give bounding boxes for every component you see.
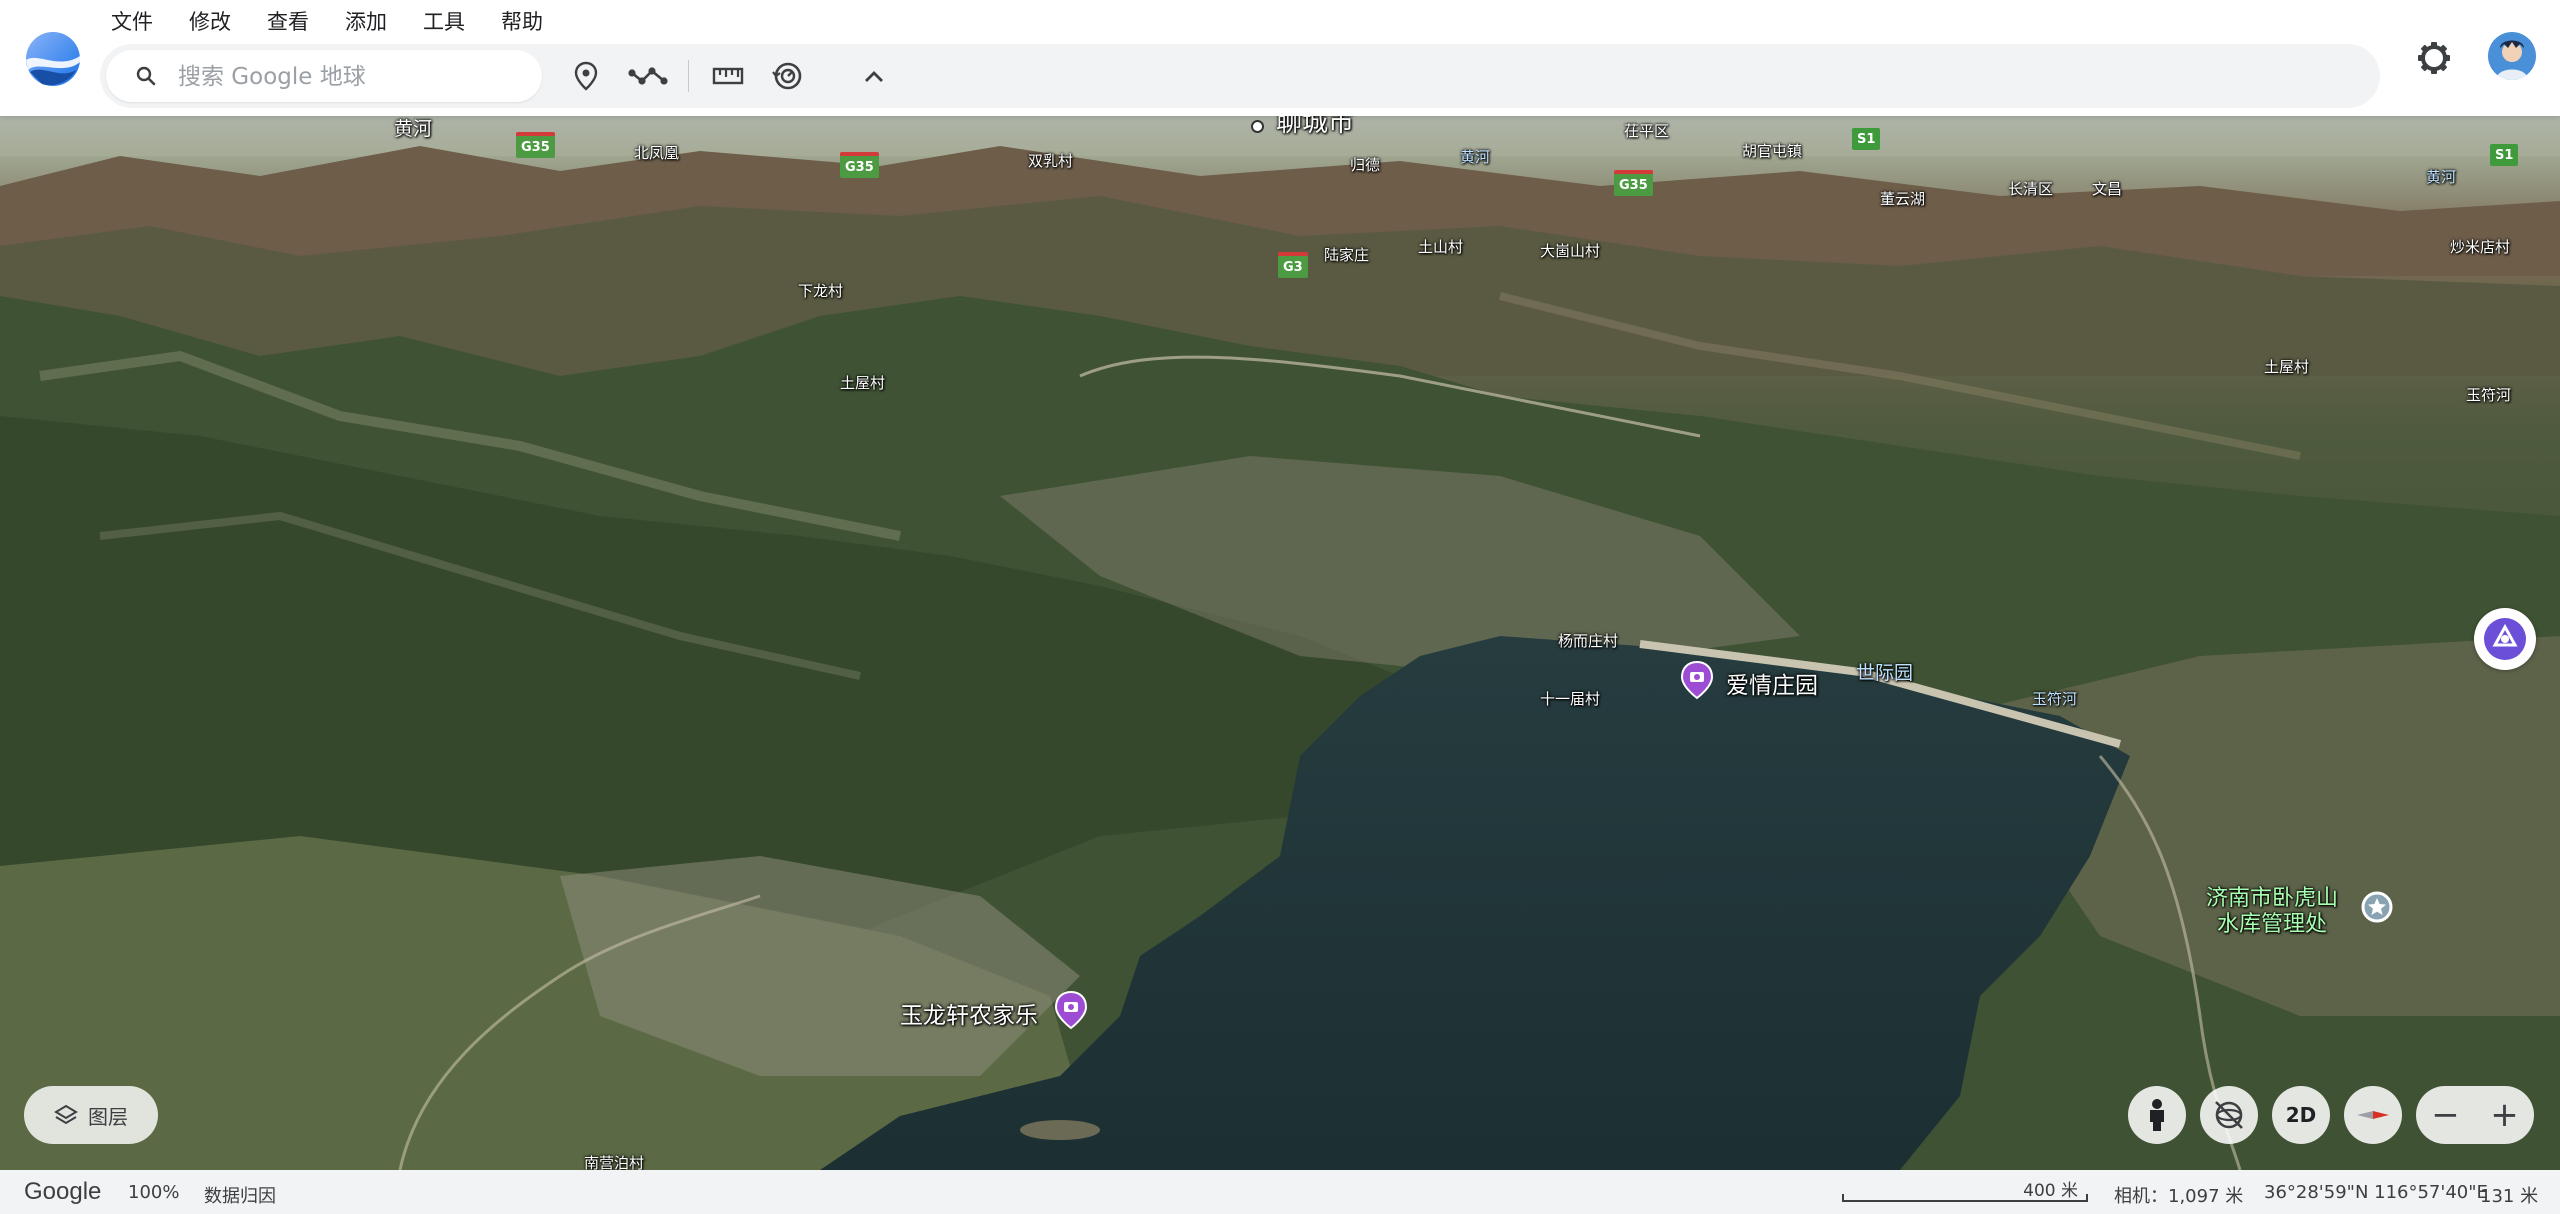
avatar-image (2488, 32, 2536, 80)
menu-file[interactable]: 文件 (100, 4, 164, 38)
voyager-icon (2484, 618, 2526, 660)
menu-help[interactable]: 帮助 (490, 4, 554, 38)
settings-gear-icon[interactable] (2414, 38, 2454, 78)
poi-label-line: 水库管理处 (2217, 912, 2328, 938)
earth-3d-view[interactable]: 聊城市 黄河 北凤凰 双乳村 归德 黄河 茌平区 胡官屯镇 董云湖 长清区 文昌… (0, 116, 2560, 1170)
poi-label[interactable]: 玉龙轩农家乐 (900, 996, 1038, 1030)
add-path-button[interactable] (626, 58, 670, 94)
collapse-toolbar-button[interactable] (856, 58, 892, 94)
tilt-icon (2215, 1101, 2243, 1129)
compass-button[interactable] (2344, 1086, 2402, 1144)
compass-icon (2357, 1111, 2389, 1119)
map-label-town: 南营泊村 (584, 1154, 645, 1171)
map-label-river: 玉符河 (2032, 690, 2078, 708)
measure-button[interactable] (710, 58, 746, 94)
zoom-in-button[interactable]: + (2475, 1086, 2534, 1144)
location-pin-icon (574, 61, 598, 91)
2d-view-button[interactable]: 2D (2272, 1086, 2330, 1144)
menu-edit[interactable]: 修改 (178, 4, 242, 38)
map-label-town: 北凤凰 (634, 144, 680, 162)
poi-label-green[interactable]: 济南市卧虎山 水库管理处 (2206, 886, 2338, 939)
path-icon (628, 67, 668, 85)
star-pin-icon[interactable] (2360, 890, 2394, 930)
map-label-town: 杨而庄村 (1558, 632, 1619, 650)
menu-bar: 文件 修改 查看 添加 工具 帮助 (100, 4, 568, 38)
map-label-city[interactable]: 聊城市 (1276, 116, 1354, 136)
search-input[interactable] (176, 58, 530, 96)
zoom-percentage: 100% (128, 1182, 180, 1203)
coordinates: 36°28'59"N 116°57'40"E (2264, 1182, 2488, 1203)
search-icon[interactable] (134, 64, 158, 88)
menu-tools[interactable]: 工具 (412, 4, 476, 38)
historical-imagery-button[interactable] (770, 58, 806, 94)
status-bar: Google 100% 数据归因 400 米 相机：1,097 米 36°28'… (0, 1170, 2560, 1214)
scale-line (1842, 1194, 2088, 1202)
toolbar (100, 44, 2380, 108)
chevron-up-icon (865, 71, 883, 82)
zoom-out-button[interactable]: − (2416, 1086, 2475, 1144)
map-label-river: 黄河 (1460, 148, 1491, 166)
pegman-icon (2150, 1099, 2164, 1131)
add-placemark-button[interactable] (568, 58, 604, 94)
zoom-controls: − + (2416, 1086, 2534, 1144)
highway-shield: G35 (516, 132, 555, 158)
city-marker (1251, 120, 1264, 133)
map-label-town: 茌平区 (1624, 122, 1670, 140)
ruler-icon (712, 67, 744, 85)
layers-icon (54, 1104, 78, 1125)
google-earth-logo (26, 32, 80, 86)
map-label-town: 胡官屯镇 (1742, 142, 1803, 160)
tilt-button[interactable] (2200, 1086, 2258, 1144)
map-label-river: 玉符河 (2466, 386, 2512, 404)
camera-altitude: 相机：1,097 米 (2114, 1186, 2244, 1207)
layers-button[interactable]: 图层 (24, 1086, 158, 1144)
toolbar-divider (688, 60, 689, 92)
camera-pin-icon[interactable] (1054, 990, 1088, 1030)
voyager-button[interactable] (2474, 608, 2536, 670)
map-label-town: 双乳村 (1028, 152, 1074, 170)
highway-shield: G3 (1278, 252, 1308, 278)
menu-view[interactable]: 查看 (256, 4, 320, 38)
map-label-town: 大崮山村 (1540, 242, 1601, 260)
map-label-river: 黄河 (2426, 168, 2457, 186)
top-bar: 文件 修改 查看 添加 工具 帮助 (0, 0, 2560, 116)
provincial-road-shield: S1 (1852, 128, 1881, 150)
map-label-town: 土山村 (1418, 238, 1464, 256)
poi-label[interactable]: 爱情庄园 (1726, 666, 1818, 700)
map-label-town: 归德 (1350, 156, 1381, 174)
map-label-town: 长清区 (2008, 180, 2054, 198)
elevation: 131 米 (2480, 1186, 2539, 1207)
street-view-button[interactable] (2128, 1086, 2186, 1144)
search-box (106, 50, 542, 102)
map-label-town: 文昌 (2092, 180, 2123, 198)
highway-shield: G35 (1614, 170, 1653, 196)
user-avatar[interactable] (2488, 32, 2536, 80)
menu-add[interactable]: 添加 (334, 4, 398, 38)
poi-label-line: 济南市卧虎山 (2206, 886, 2339, 911)
map-label-town: 土屋村 (840, 374, 886, 392)
camera-pin-icon[interactable] (1680, 660, 1714, 700)
map-label-park[interactable]: 世际园 (1856, 664, 1913, 683)
map-label-town: 炒米店村 (2450, 238, 2511, 256)
map-label-town: 土屋村 (2264, 358, 2310, 376)
map-label-town: 下龙村 (798, 282, 844, 300)
provincial-road-shield: S1 (2490, 144, 2519, 166)
scale-bar: 400 米 (1842, 1176, 2088, 1204)
data-attribution-link[interactable]: 数据归因 (204, 1182, 276, 1208)
layers-label: 图层 (88, 1104, 128, 1129)
map-label-river: 黄河 (394, 118, 433, 140)
map-label-town: 陆家庄 (1324, 246, 1370, 264)
history-icon (772, 62, 802, 90)
highway-shield: G35 (840, 152, 879, 178)
map-label-lake: 董云湖 (1880, 190, 1926, 208)
google-logo: Google (24, 1178, 102, 1205)
map-label-town: 十一届村 (1540, 690, 1601, 708)
